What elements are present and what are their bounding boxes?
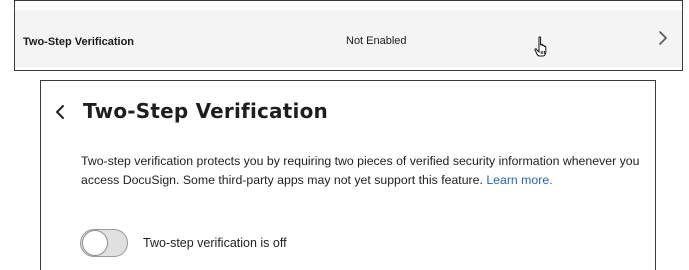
settings-row-two-step-verification[interactable]: Two-Step Verification Not Enabled	[14, 0, 683, 71]
page-title: Two-Step Verification	[83, 99, 328, 123]
description-body: Two-step verification protects you by re…	[81, 154, 640, 187]
learn-more-link[interactable]: Learn more.	[486, 173, 552, 187]
chevron-right-icon[interactable]	[656, 29, 670, 47]
two-step-verification-toggle[interactable]	[80, 229, 128, 257]
toggle-label: Two-step verification is off	[143, 236, 287, 250]
chevron-left-icon[interactable]	[53, 103, 67, 121]
description-text: Two-step verification protects you by re…	[81, 152, 651, 190]
hand-pointer-cursor-icon	[534, 36, 547, 57]
two-step-toggle-row: Two-step verification is off	[80, 227, 287, 259]
two-step-verification-panel: Two-Step Verification Two-step verificat…	[40, 80, 656, 270]
settings-row-status: Not Enabled	[346, 35, 407, 47]
toggle-knob	[82, 230, 108, 256]
settings-row-label: Two-Step Verification	[23, 36, 135, 48]
